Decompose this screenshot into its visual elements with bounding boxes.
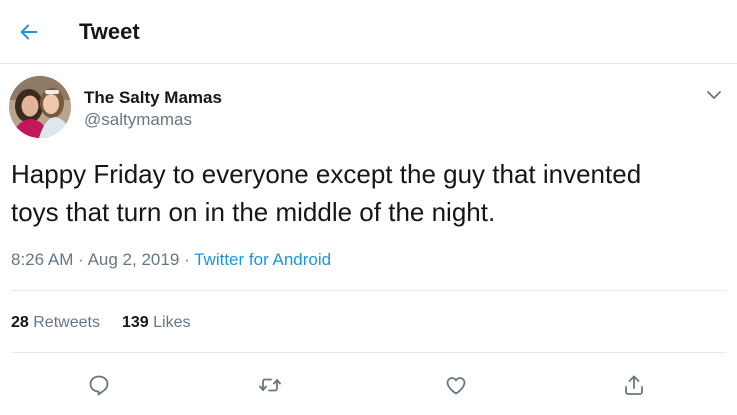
tweet-author: The Salty Mamas @saltymamas <box>0 64 737 150</box>
back-button[interactable] <box>12 15 46 49</box>
retweets-stat[interactable]: 28 Retweets <box>11 314 100 332</box>
more-options-button[interactable] <box>702 85 726 105</box>
tweet-stats: 28 Retweets 139 Likes <box>11 314 190 332</box>
divider <box>11 352 726 353</box>
back-arrow-icon <box>20 24 38 40</box>
retweet-icon <box>259 378 281 392</box>
likes-count: 139 <box>121 314 149 331</box>
author-handle[interactable]: @saltymamas <box>84 110 192 130</box>
retweets-count: 28 <box>11 314 29 331</box>
page-title: Tweet <box>79 19 140 44</box>
page-header: Tweet <box>0 0 737 64</box>
tweet-meta: 8:26 AM · Aug 2, 2019 · Twitter for Andr… <box>11 250 331 270</box>
tweet-text: Happy Friday to everyone except the guy … <box>11 155 726 231</box>
meta-separator: · <box>78 250 84 269</box>
like-icon <box>446 377 466 395</box>
tweet-text-line: Happy Friday to everyone except the guy … <box>11 159 642 189</box>
meta-separator: · <box>184 250 190 269</box>
tweet-source-link[interactable]: Twitter for Android <box>194 250 331 269</box>
tweet-date[interactable]: Aug 2, 2019 <box>88 250 180 269</box>
tweet-time[interactable]: 8:26 AM <box>11 250 73 269</box>
tweet-text-line: toys that turn on in the middle of the n… <box>11 197 496 227</box>
like-button[interactable] <box>442 371 470 399</box>
share-icon <box>625 375 643 395</box>
reply-icon <box>89 375 109 396</box>
reply-button[interactable] <box>85 371 113 399</box>
likes-label: Likes <box>153 314 191 331</box>
retweet-button[interactable] <box>256 371 284 399</box>
retweets-label: Retweets <box>33 314 100 331</box>
share-button[interactable] <box>620 371 648 399</box>
chevron-down-icon <box>707 91 721 99</box>
likes-stat[interactable]: 139 Likes <box>122 314 191 332</box>
author-name[interactable]: The Salty Mamas <box>84 88 222 108</box>
avatar[interactable] <box>9 76 71 138</box>
divider <box>11 290 726 291</box>
